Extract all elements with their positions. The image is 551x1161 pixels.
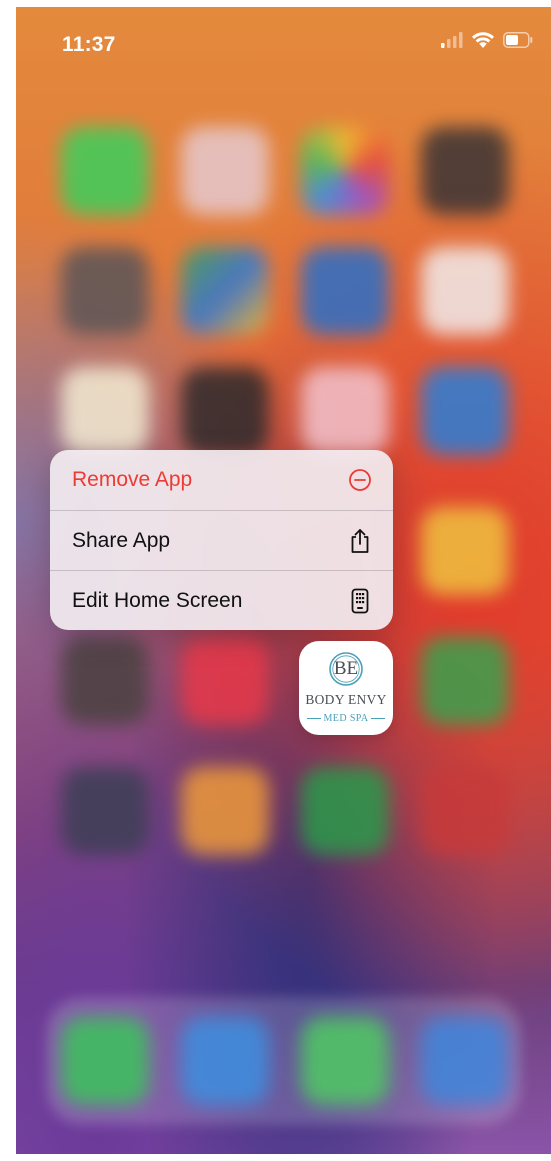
dock-icon-blurred (61, 1017, 149, 1105)
app-icon-blurred (421, 767, 509, 855)
dock-icon-blurred (301, 1017, 389, 1105)
menu-item-label: Remove App (72, 468, 193, 491)
app-icon-blurred (61, 637, 149, 725)
edit-home-screen-button[interactable]: Edit Home Screen (50, 570, 393, 630)
logo-line-2: MED SPA (323, 713, 369, 724)
app-icon-blurred (421, 637, 509, 725)
app-icon-blurred (181, 367, 269, 455)
app-icon-blurred (181, 637, 269, 725)
app-icon-blurred (61, 367, 149, 455)
logo-rule (371, 718, 386, 719)
phone-grid-icon (347, 588, 373, 614)
dock-icon-blurred (421, 1017, 509, 1105)
dock-icon-blurred (181, 1017, 269, 1105)
home-screen: 11:37 Remove App Share App Edit Home Scr… (16, 7, 551, 1154)
app-icon-blurred (61, 247, 149, 335)
app-icon-blurred (61, 127, 149, 215)
app-icon-blurred (61, 767, 149, 855)
logo-line-2-row: MED SPA (305, 713, 387, 724)
share-app-button[interactable]: Share App (50, 510, 393, 570)
remove-app-button[interactable]: Remove App (50, 450, 393, 510)
minus-circle-icon (347, 467, 373, 493)
logo-monogram: BE (333, 658, 359, 679)
menu-item-label: Share App (72, 528, 171, 552)
menu-item-label: Edit Home Screen (72, 588, 243, 612)
app-icon-blurred (301, 767, 389, 855)
battery-icon (503, 32, 533, 48)
app-icon-blurred (421, 247, 509, 335)
app-icon-blurred (181, 127, 269, 215)
app-icon-blurred (421, 127, 509, 215)
app-icon-blurred (421, 507, 509, 595)
body-envy-app-icon[interactable]: BE BODY ENVY MED SPA (299, 641, 393, 735)
logo-line-1: BODY ENVY (305, 692, 387, 707)
app-icon-blurred (301, 247, 389, 335)
app-icon-blurred (181, 247, 269, 335)
status-icons (441, 31, 533, 49)
app-icon-blurred (421, 367, 509, 455)
app-icon-blurred (301, 127, 389, 215)
cellular-signal-icon (441, 32, 463, 48)
app-context-menu: Remove App Share App Edit Home Screen (50, 450, 393, 630)
status-time: 11:37 (62, 33, 116, 56)
app-icon-blurred (301, 367, 389, 455)
share-icon (347, 528, 373, 554)
app-icon-blurred (181, 767, 269, 855)
wifi-icon (472, 32, 494, 48)
logo-rule (306, 718, 321, 719)
